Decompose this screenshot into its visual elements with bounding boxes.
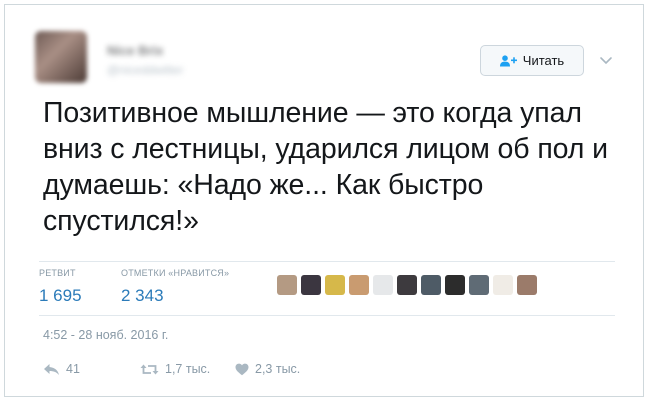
liker-avatar[interactable] [445,275,465,295]
tweet-text: Позитивное мышление — это когда упал вни… [43,97,608,237]
reply-button[interactable]: 41 [43,362,80,376]
likes-label: ОТМЕТКИ «НРАВИТСЯ» [121,268,230,278]
likers-avatars [277,275,537,295]
tweet-card: Nice Brix @niceddwitter Читать Позитивно… [4,4,644,397]
retweet-button[interactable]: 1,7 тыс. [140,362,210,376]
retweets-count[interactable]: 1 695 [39,286,82,306]
reply-icon [44,363,59,375]
liker-avatar[interactable] [493,275,513,295]
stats-top-divider [39,261,615,262]
retweet-count: 1,7 тыс. [165,362,211,376]
liker-avatar[interactable] [397,275,417,295]
liker-avatar[interactable] [421,275,441,295]
liker-avatar[interactable] [373,275,393,295]
likes-count[interactable]: 2 343 [121,286,164,306]
liker-avatar[interactable] [469,275,489,295]
retweet-icon [140,364,159,374]
add-user-icon [499,54,517,67]
liker-avatar[interactable] [301,275,321,295]
reply-count: 41 [66,362,80,376]
timestamp[interactable]: 4:52 - 28 нояб. 2016 г. [43,328,168,342]
user-handle[interactable]: @niceddwitter [107,63,183,77]
follow-button[interactable]: Читать [480,45,584,76]
liker-avatar[interactable] [517,275,537,295]
liker-avatar[interactable] [277,275,297,295]
like-count: 2,3 тыс. [255,362,301,376]
avatar[interactable] [35,31,87,83]
stats-bottom-divider [39,315,615,316]
heart-icon [235,363,249,375]
retweets-label: РЕТВИТ [39,268,76,278]
like-button[interactable]: 2,3 тыс. [235,362,300,376]
display-name[interactable]: Nice Brix [107,43,163,58]
liker-avatar[interactable] [325,275,345,295]
follow-label: Читать [522,53,565,68]
liker-avatar[interactable] [349,275,369,295]
chevron-down-icon[interactable] [599,53,613,65]
